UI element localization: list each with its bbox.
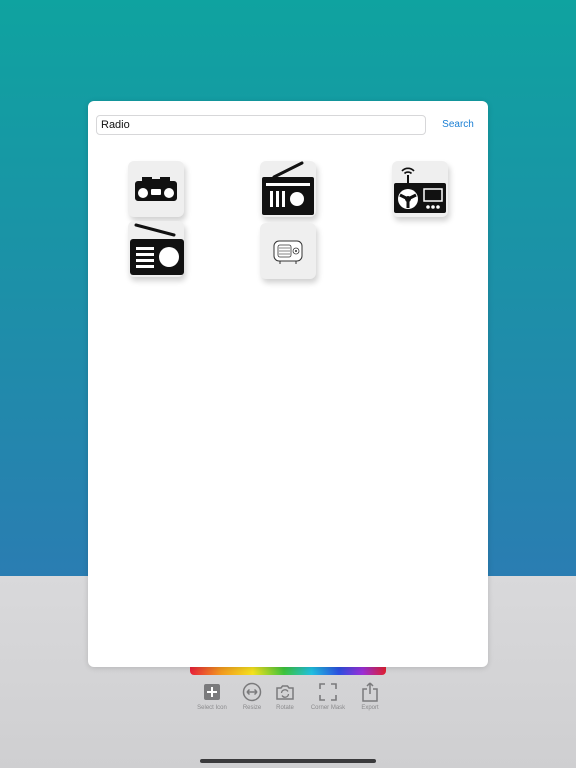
bottom-toolbar: Select Icon Resize Rotate Corner Mask Ex… [192,682,388,714]
share-export-icon [362,682,378,702]
export-button[interactable]: Export [350,682,390,714]
portable-radio-icon [262,161,314,215]
result-tile-portable-radio[interactable] [260,161,316,217]
plus-square-icon [204,684,220,700]
select-icon-button[interactable]: Select Icon [192,682,232,714]
export-label: Export [361,705,379,711]
icon-search-popover: Search [88,101,488,667]
result-tile-transistor-radio[interactable] [128,221,184,277]
rotate-label: Rotate [276,705,294,711]
result-tile-boombox[interactable] [128,161,184,217]
resize-arrows-icon [242,682,262,702]
corner-mask-label: Corner Mask [310,705,346,711]
rotate-button[interactable]: Rotate [265,682,305,714]
vintage-radio-icon [273,240,303,264]
search-input[interactable] [96,115,426,135]
boombox-icon [135,177,177,201]
select-icon-label: Select Icon [197,705,227,711]
home-indicator[interactable] [200,759,376,763]
result-tile-car-radio[interactable] [392,161,448,217]
transistor-radio-icon [130,223,184,275]
result-tile-vintage-radio[interactable] [260,223,316,279]
corner-mask-icon [319,683,337,701]
search-button[interactable]: Search [436,115,480,135]
rotate-camera-icon [276,685,294,700]
corner-mask-button[interactable]: Corner Mask [308,682,348,714]
search-row: Search [96,115,480,137]
car-radio-antenna-icon [394,167,446,213]
